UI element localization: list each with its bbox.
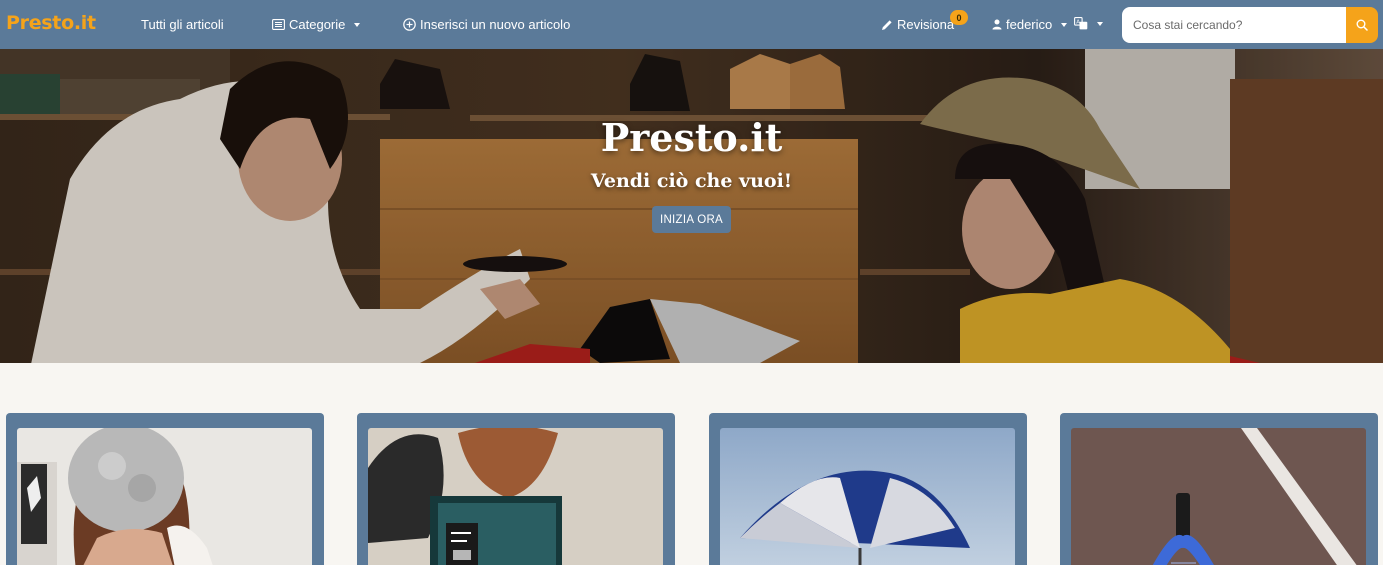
hero-subtitle: Vendi ciò che vuoi! [590, 170, 793, 192]
card-image[interactable] [368, 428, 663, 565]
article-card[interactable] [357, 413, 675, 565]
pencil-icon [882, 19, 892, 30]
search-icon [1356, 19, 1368, 31]
hero-title: Presto.it [600, 115, 783, 160]
list-icon [272, 19, 285, 30]
review-count-badge: 0 [950, 10, 968, 25]
nav-review[interactable]: Revisiona [881, 17, 954, 32]
nav-all-articles[interactable]: Tutti gli articoli [141, 17, 224, 32]
hats-on-wall-photo [368, 428, 663, 565]
tennis-racket-court-photo [1071, 428, 1366, 565]
nav-categories-label: Categorie [289, 17, 346, 32]
plus-circle-icon [403, 18, 416, 31]
brand-logo[interactable]: Presto.it [6, 12, 96, 34]
nav-review-label: Revisiona [897, 17, 955, 32]
woman-in-white-top-photo [17, 428, 312, 565]
hero-banner: Presto.it Vendi ciò che vuoi! INIZIA ORA [0, 49, 1383, 363]
card-image[interactable] [17, 428, 312, 565]
umbrella-sky-photo [720, 428, 1015, 565]
translate-icon: A [1074, 17, 1088, 30]
chevron-down-icon [1097, 21, 1103, 26]
nav-language-dropdown[interactable]: A [1074, 17, 1103, 30]
article-card[interactable] [709, 413, 1027, 565]
nav-user-label: federico [1006, 17, 1053, 32]
navbar: Presto.it Tutti gli articoli Categorie I… [0, 0, 1383, 49]
card-image[interactable] [1071, 428, 1366, 565]
start-now-button[interactable]: INIZIA ORA [652, 206, 731, 233]
chevron-down-icon [354, 22, 361, 27]
nav-all-articles-label: Tutti gli articoli [141, 17, 224, 32]
nav-new-article[interactable]: Inserisci un nuovo articolo [403, 17, 570, 32]
nav-categories-dropdown[interactable]: Categorie [272, 17, 361, 32]
chevron-down-icon [1061, 22, 1068, 27]
card-image[interactable] [720, 428, 1015, 565]
search-button[interactable] [1346, 7, 1378, 43]
article-card[interactable] [1060, 413, 1378, 565]
article-card[interactable] [6, 413, 324, 565]
search-input[interactable] [1122, 7, 1347, 43]
nav-user-dropdown[interactable]: federico [992, 17, 1068, 32]
svg-text:A: A [1076, 20, 1080, 26]
user-icon [992, 19, 1002, 30]
nav-new-article-label: Inserisci un nuovo articolo [420, 17, 571, 32]
